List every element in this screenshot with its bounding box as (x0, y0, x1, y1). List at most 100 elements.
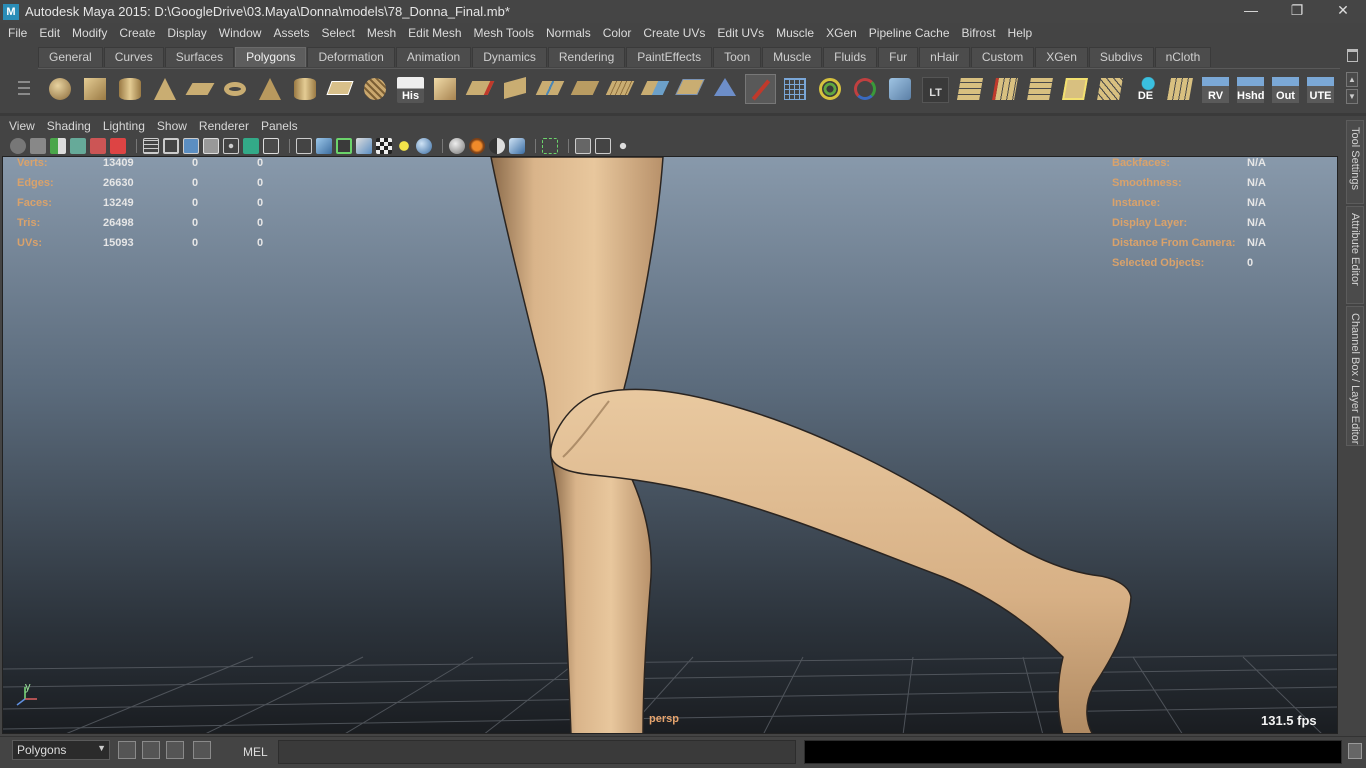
camera-view-icon[interactable] (575, 137, 591, 154)
target-weld-icon[interactable] (815, 74, 846, 104)
trash-icon[interactable] (1347, 49, 1358, 62)
menu-bifrost[interactable]: Bifrost (956, 26, 1002, 40)
uv-grid-icon-2[interactable] (990, 74, 1021, 104)
menu-window[interactable]: Window (213, 26, 268, 40)
2d-pan-zoom-icon[interactable] (90, 137, 106, 154)
shelf-tab-rendering[interactable]: Rendering (547, 47, 626, 67)
tab-channel-box-layer-editor[interactable]: Channel Box / Layer Editor (1346, 306, 1364, 446)
menu-mesh[interactable]: Mesh (361, 26, 402, 40)
menu-mesh-tools[interactable]: Mesh Tools (468, 26, 540, 40)
anti-aliasing-icon[interactable] (489, 137, 505, 154)
default-lighting-icon[interactable] (396, 137, 412, 154)
de-icon[interactable]: DE (1130, 74, 1161, 104)
poly-cube-icon[interactable] (80, 74, 111, 104)
panel-menu-view[interactable]: View (3, 119, 41, 133)
poly-pyramid-icon[interactable] (255, 74, 286, 104)
tab-attribute-editor[interactable]: Attribute Editor (1346, 206, 1364, 304)
script-icon[interactable] (142, 741, 160, 759)
poly-merge-icon[interactable] (570, 74, 601, 104)
smooth-shade-icon[interactable] (316, 137, 332, 154)
shelf-tab-fluids[interactable]: Fluids (823, 47, 878, 67)
safe-title-icon[interactable] (263, 137, 279, 154)
menu-assets[interactable]: Assets (267, 26, 315, 40)
grid-icon[interactable] (143, 137, 159, 154)
panel-menu-shading[interactable]: Shading (41, 119, 97, 133)
shelf-tab-ncloth[interactable]: nCloth (1154, 47, 1212, 67)
menu-edit-mesh[interactable]: Edit Mesh (402, 26, 467, 40)
poly-separate-icon[interactable] (535, 74, 566, 104)
poly-bridge-icon[interactable] (465, 74, 496, 104)
depth-of-field-icon[interactable] (509, 137, 525, 154)
poly-cone-icon[interactable] (150, 74, 181, 104)
camera-attributes-icon[interactable] (30, 137, 46, 154)
wireframe-on-shaded-icon[interactable] (336, 137, 352, 154)
shelf-scroll[interactable]: ▲ ▼ (1346, 72, 1358, 106)
out-icon[interactable]: Out (1270, 74, 1301, 104)
append-to-polygon-icon[interactable] (325, 74, 356, 104)
panel-menu-lighting[interactable]: Lighting (97, 119, 151, 133)
panel-menu-panels[interactable]: Panels (255, 119, 304, 133)
menu-edit[interactable]: Edit (33, 26, 66, 40)
menu-create-uvs[interactable]: Create UVs (637, 26, 711, 40)
poly-cylinder-icon[interactable] (115, 74, 146, 104)
rv-icon[interactable]: RV (1200, 74, 1231, 104)
menu-create[interactable]: Create (113, 26, 161, 40)
perspective-viewport[interactable]: y Verts: 13409 0 0 Edges: 26630 0 0 Faces: 13249 0… (2, 156, 1338, 734)
shelf-tab-dynamics[interactable]: Dynamics (472, 47, 547, 67)
shelf-scroll-down-icon[interactable]: ▼ (1346, 89, 1358, 104)
sculpt-tool-icon[interactable] (710, 74, 741, 104)
poly-extrude-icon[interactable] (430, 74, 461, 104)
node-editor-icon[interactable] (615, 137, 631, 154)
poly-mirror-icon[interactable] (640, 74, 671, 104)
poly-sphere-icon[interactable] (45, 74, 76, 104)
shelf-tab-subdivs[interactable]: Subdivs (1088, 47, 1154, 67)
shelf-tab-fur[interactable]: Fur (878, 47, 919, 67)
shelf-tab-surfaces[interactable]: Surfaces (164, 47, 235, 67)
menu-normals[interactable]: Normals (540, 26, 597, 40)
frame-all-icon[interactable] (595, 137, 611, 154)
shelf-tab-nhair[interactable]: nHair (919, 47, 970, 67)
motion-blur-icon[interactable] (469, 137, 485, 154)
uv-grid-icon-1[interactable] (955, 74, 986, 104)
list-icon[interactable] (166, 741, 184, 759)
shadows-icon[interactable] (416, 137, 432, 154)
wireframe-cube-icon[interactable] (780, 74, 811, 104)
panel-menu-renderer[interactable]: Renderer (193, 119, 255, 133)
shelf-tab-muscle[interactable]: Muscle (762, 47, 823, 67)
shelf-scroll-up-icon[interactable]: ▲ (1346, 72, 1358, 87)
shelf-tab-deformation[interactable]: Deformation (307, 47, 395, 67)
command-input[interactable] (278, 740, 796, 764)
history-list-icon[interactable] (193, 741, 211, 759)
shelf-tab-custom[interactable]: Custom (970, 47, 1035, 67)
restore-button[interactable]: ❐ (1274, 0, 1320, 23)
texture-icon[interactable] (376, 137, 392, 154)
shelf-tab-painteffects[interactable]: PaintEffects (626, 47, 713, 67)
menu-pipeline-cache[interactable]: Pipeline Cache (863, 26, 956, 40)
lt-icon[interactable]: LT (920, 74, 951, 104)
menu-file[interactable]: File (2, 26, 33, 40)
menu-modify[interactable]: Modify (66, 26, 113, 40)
shelf-tab-general[interactable]: General (38, 47, 103, 67)
wireframe-shading-icon[interactable] (296, 137, 312, 154)
manipulator-icon[interactable] (850, 74, 881, 104)
ute-icon[interactable]: UTE (1305, 74, 1336, 104)
shelf-tab-toon[interactable]: Toon (713, 47, 762, 67)
grease-pencil-icon[interactable] (110, 137, 126, 154)
film-gate-icon[interactable] (163, 137, 179, 154)
poly-torus-icon[interactable] (220, 74, 251, 104)
bookmarks-icon[interactable] (50, 137, 66, 154)
hshd-icon[interactable]: Hshd (1235, 74, 1266, 104)
close-button[interactable]: ✕ (1320, 0, 1366, 23)
shelf-tab-xgen[interactable]: XGen (1035, 47, 1088, 67)
screen-space-ao-icon[interactable] (449, 137, 465, 154)
uv-grid-icon-4[interactable] (1060, 74, 1091, 104)
panel-menu-show[interactable]: Show (151, 119, 193, 133)
poly-soccer-ball-icon[interactable] (360, 74, 391, 104)
shelf-tab-curves[interactable]: Curves (103, 47, 164, 67)
gate-mask-icon[interactable] (203, 137, 219, 154)
snap-icon[interactable] (118, 741, 136, 759)
menu-select[interactable]: Select (315, 26, 360, 40)
isolate-select-icon[interactable] (542, 137, 558, 154)
poly-pipe-icon[interactable] (290, 74, 321, 104)
menu-color[interactable]: Color (597, 26, 638, 40)
